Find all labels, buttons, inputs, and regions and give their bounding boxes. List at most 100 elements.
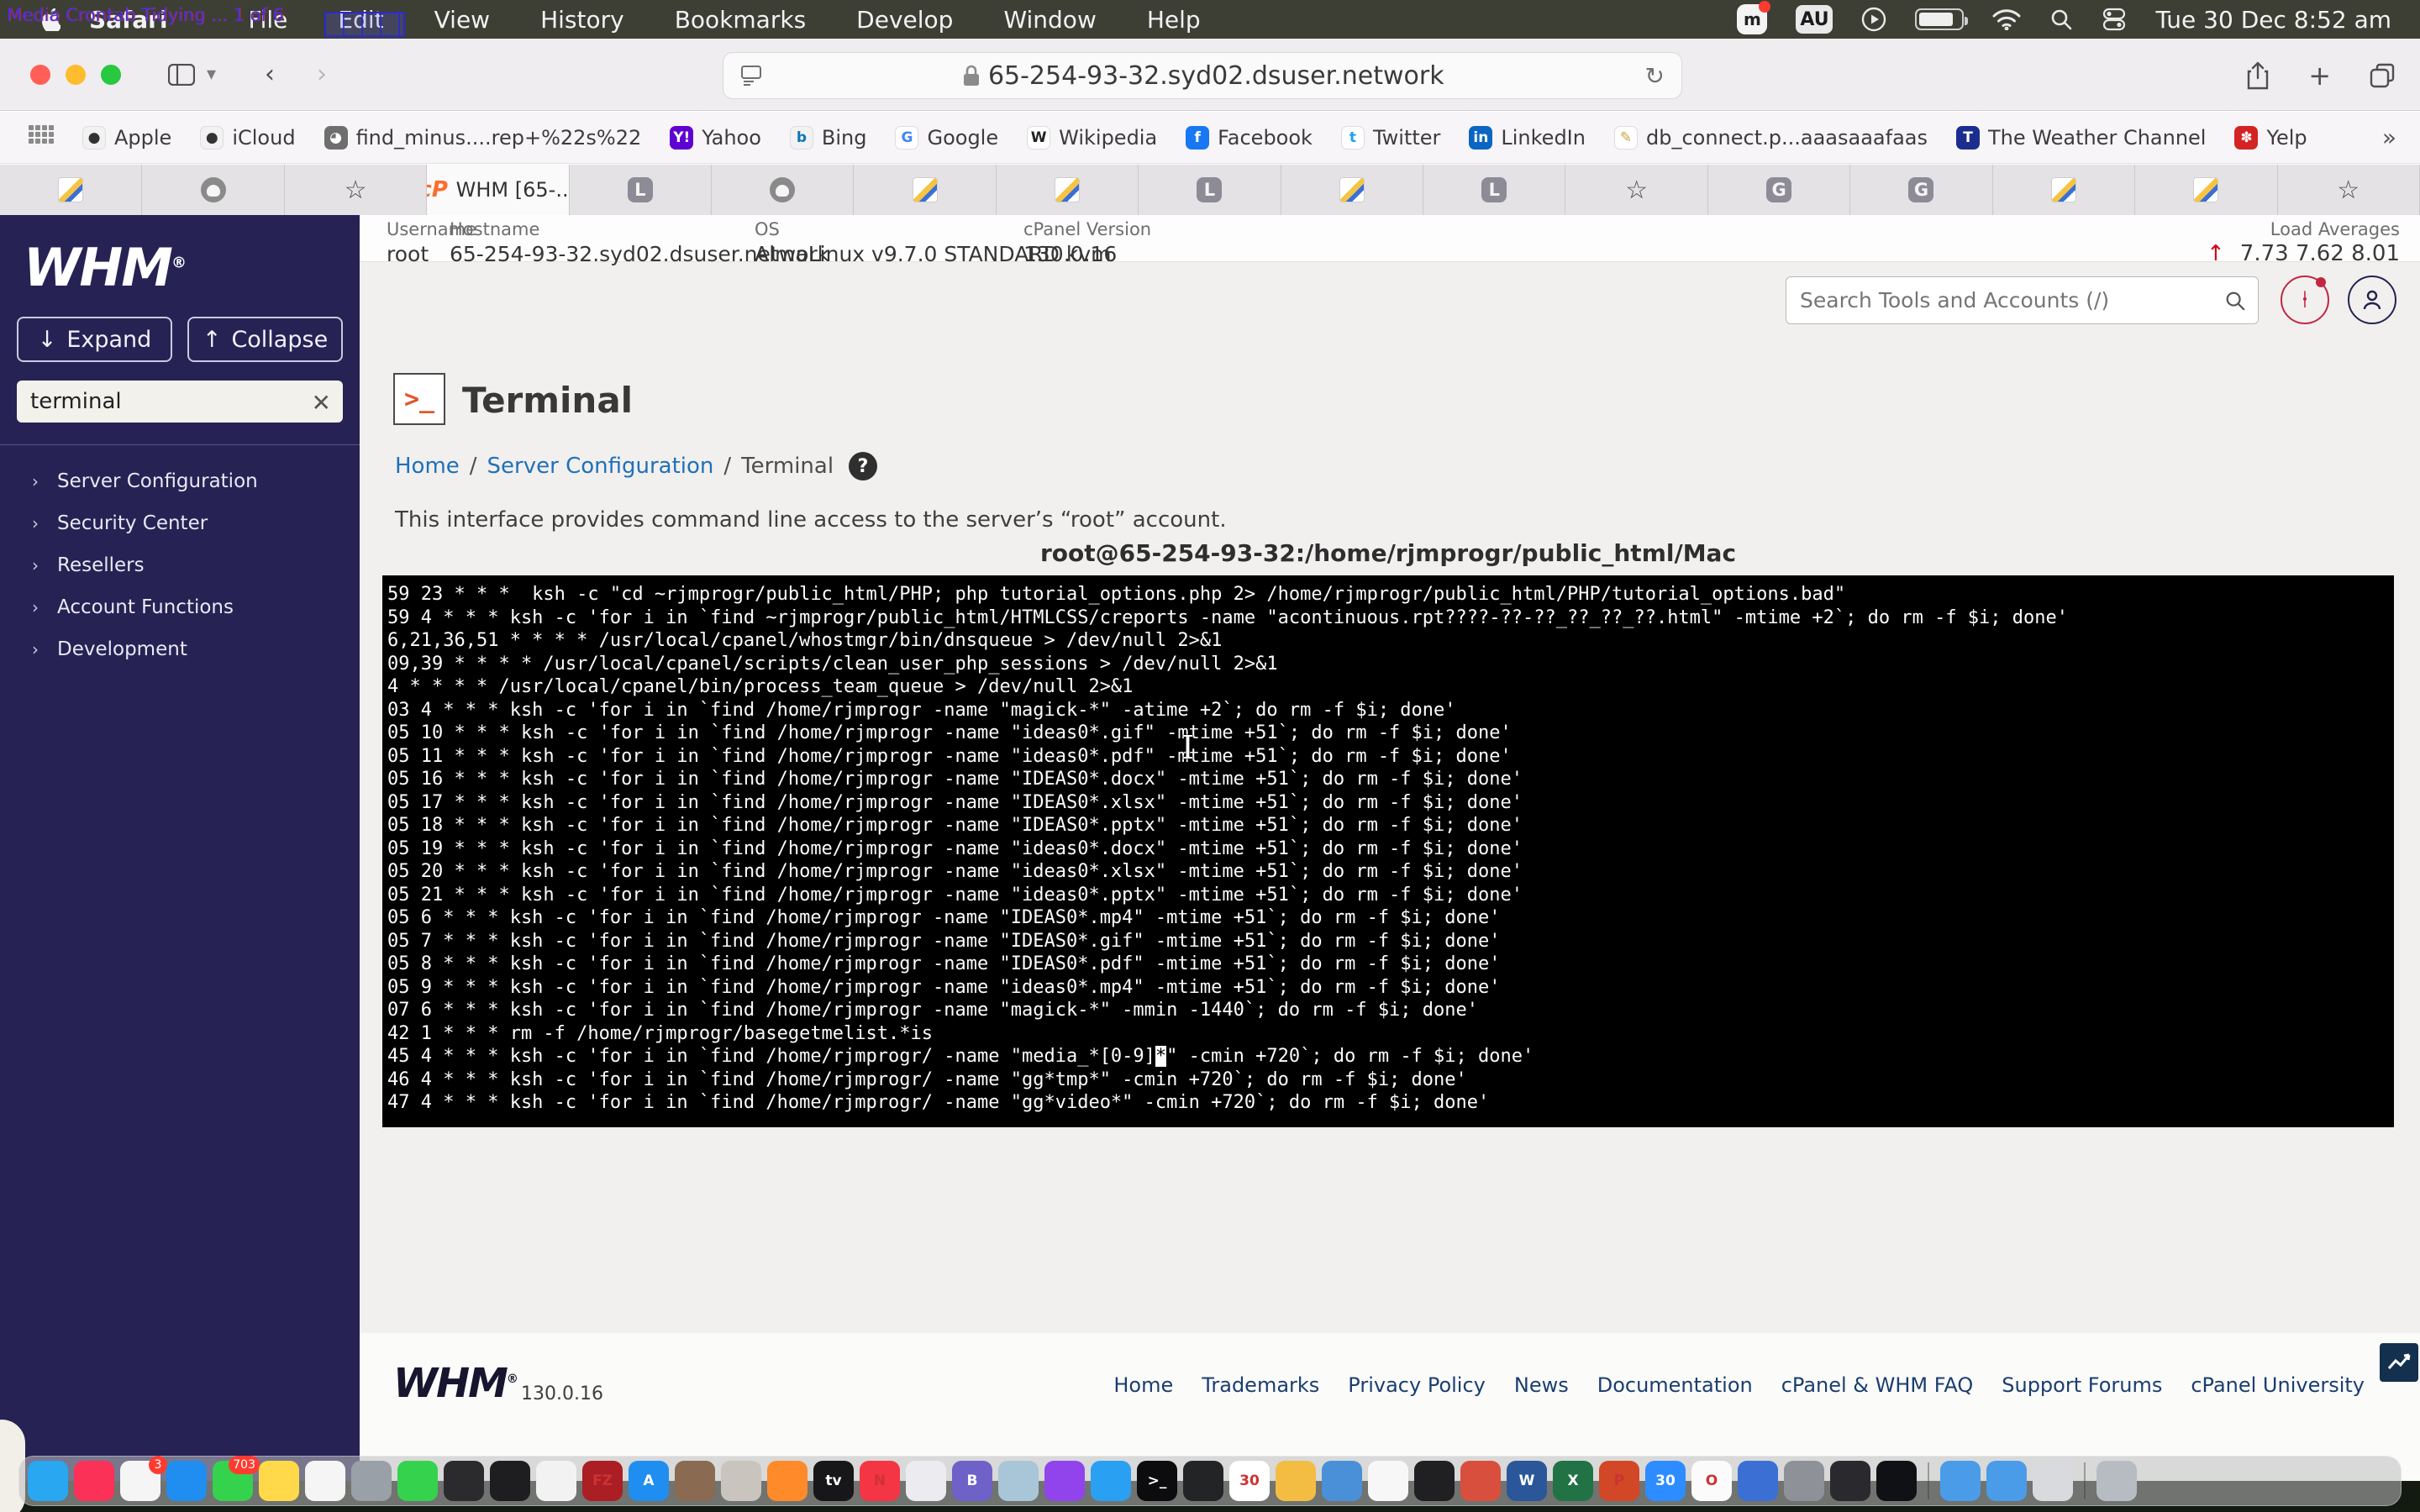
- dock-icon-trash[interactable]: [2096, 1461, 2137, 1501]
- dock-icon-app-store[interactable]: A: [629, 1461, 669, 1501]
- control-center-icon[interactable]: [2102, 7, 2127, 32]
- bookmark-item[interactable]: WWikipedia: [1027, 126, 1157, 150]
- tab-overview-icon[interactable]: [2370, 63, 2395, 88]
- dock-icon-music[interactable]: [74, 1461, 114, 1501]
- bookmark-item[interactable]: TThe Weather Channel: [1956, 126, 2206, 150]
- tab[interactable]: [997, 165, 1139, 215]
- tab[interactable]: [1281, 165, 1423, 215]
- sidebar-item-development[interactable]: ›Development: [0, 628, 360, 670]
- dock-icon-news[interactable]: N: [860, 1461, 900, 1501]
- dock-icon-terminal-2[interactable]: >_: [1137, 1461, 1177, 1501]
- address-bar[interactable]: 65-254-93-32.syd02.dsuser.network ↻: [723, 52, 1682, 99]
- tab[interactable]: L: [1139, 165, 1281, 215]
- dock-icon-dark-app-2[interactable]: [1830, 1461, 1870, 1501]
- zoom-window-button[interactable]: [101, 65, 121, 85]
- menubar-item-view[interactable]: View: [409, 0, 515, 39]
- dock-icon-iterm[interactable]: [1183, 1461, 1223, 1501]
- dock-icon-bbedit[interactable]: B: [952, 1461, 992, 1501]
- tools-search[interactable]: [1786, 276, 2259, 324]
- feedback-chart-icon[interactable]: [2380, 1343, 2418, 1382]
- refresh-icon[interactable]: ↻: [1645, 62, 1665, 90]
- dock-icon-folder-1[interactable]: [1940, 1461, 1981, 1501]
- dock-icon-messages[interactable]: 703: [213, 1461, 253, 1501]
- dock-icon-reminders[interactable]: 3: [120, 1461, 160, 1501]
- wifi-icon[interactable]: [1992, 8, 2021, 30]
- bookmarks-overflow-icon[interactable]: »: [2382, 123, 2396, 151]
- dock-icon-calendar[interactable]: 30: [1229, 1461, 1270, 1501]
- sidebar-item-account-functions[interactable]: ›Account Functions: [0, 586, 360, 628]
- dock-icon-calculator[interactable]: [444, 1461, 484, 1501]
- tab[interactable]: L: [1423, 165, 1565, 215]
- spotlight-icon[interactable]: [2049, 8, 2073, 31]
- dock-icon-docs[interactable]: [1322, 1461, 1362, 1501]
- dock-icon-facetime[interactable]: [397, 1461, 438, 1501]
- dock-icon-filezilla[interactable]: FZ: [582, 1461, 623, 1501]
- sidebar-item-resellers[interactable]: ›Resellers: [0, 544, 360, 586]
- input-source-badge[interactable]: AU: [1796, 5, 1833, 34]
- bookmark-item[interactable]: ◕find_minus....rep+%22s%22: [324, 126, 642, 150]
- clear-search-icon[interactable]: ✕: [312, 389, 331, 417]
- share-icon[interactable]: [2246, 61, 2270, 90]
- dock-icon-zoom[interactable]: 30: [1645, 1461, 1686, 1501]
- tab-whm-active[interactable]: cPWHM [65-...: [427, 165, 569, 215]
- bookmark-item[interactable]: bBing: [790, 126, 867, 150]
- dock-icon-gray-app[interactable]: [1784, 1461, 1824, 1501]
- dock-icon-excel[interactable]: X: [1553, 1461, 1593, 1501]
- bookmark-item[interactable]: ✎db_connect.p...aaasaaafaas: [1614, 126, 1928, 150]
- footer-link-cpanel-university[interactable]: cPanel University: [2191, 1373, 2365, 1397]
- help-icon[interactable]: ?: [849, 452, 877, 480]
- menubar-item-develop[interactable]: Develop: [831, 0, 978, 39]
- dock-icon-chrome[interactable]: [1276, 1461, 1316, 1501]
- tools-search-input[interactable]: [1786, 288, 2224, 312]
- footer-link-documentation[interactable]: Documentation: [1597, 1373, 1753, 1397]
- tab[interactable]: [854, 165, 996, 215]
- tab[interactable]: [0, 165, 142, 215]
- dock-icon-podcasts[interactable]: [1044, 1461, 1085, 1501]
- dock-icon-safari-app[interactable]: [1091, 1461, 1131, 1501]
- chevron-down-icon[interactable]: ▾: [207, 64, 216, 85]
- dock-icon-notes[interactable]: [259, 1461, 299, 1501]
- dock-icon-preview[interactable]: [998, 1461, 1039, 1501]
- close-window-button[interactable]: [30, 65, 50, 85]
- minimize-window-button[interactable]: [66, 65, 86, 85]
- dock-icon-grapher[interactable]: [305, 1461, 345, 1501]
- dock-icon-media-app[interactable]: [1876, 1461, 1917, 1501]
- bookmark-item[interactable]: ●iCloud: [200, 126, 295, 150]
- collapse-button[interactable]: ↑ Collapse: [187, 317, 343, 362]
- tab[interactable]: [2135, 165, 2277, 215]
- bookmark-item[interactable]: Y!Yahoo: [670, 126, 761, 150]
- sidebar-item-server-configuration[interactable]: ›Server Configuration: [0, 460, 360, 502]
- dock-icon-terminal-app[interactable]: [490, 1461, 530, 1501]
- back-button[interactable]: ‹: [265, 60, 275, 89]
- play-icon[interactable]: [1861, 7, 1886, 32]
- tab[interactable]: ☆: [285, 165, 427, 215]
- footer-link-cpanel-whm-faq[interactable]: cPanel & WHM FAQ: [1781, 1373, 1974, 1397]
- bookmark-item[interactable]: tTwitter: [1341, 126, 1440, 150]
- dock-icon-gimp[interactable]: [675, 1461, 715, 1501]
- footer-link-news[interactable]: News: [1514, 1373, 1569, 1397]
- bookmark-item[interactable]: ✽Yelp: [2234, 126, 2307, 150]
- dock-icon-folder-2[interactable]: [1986, 1461, 2027, 1501]
- dock-icon-wilber[interactable]: [721, 1461, 761, 1501]
- dock-icon-firefox[interactable]: [767, 1461, 808, 1501]
- dock-icon-mail[interactable]: [166, 1461, 207, 1501]
- new-tab-icon[interactable]: +: [2308, 60, 2331, 92]
- bookmark-item[interactable]: inLinkedIn: [1469, 126, 1586, 150]
- dock-icon-textedit[interactable]: [536, 1461, 576, 1501]
- dock-icon-kaleido[interactable]: [1460, 1461, 1501, 1501]
- sidebar-item-security-center[interactable]: ›Security Center: [0, 502, 360, 544]
- terminal-output[interactable]: 59 23 * * * ksh -c "cd ~rjmprogr/public_…: [382, 575, 2394, 1127]
- breadcrumb-server-configuration-link[interactable]: Server Configuration: [487, 454, 714, 479]
- bookmark-item[interactable]: ●Apple: [82, 126, 171, 150]
- dock-icon-powerpoint[interactable]: P: [1599, 1461, 1639, 1501]
- tab[interactable]: [142, 165, 284, 215]
- bookmark-item[interactable]: GGoogle: [895, 126, 998, 150]
- footer-link-trademarks[interactable]: Trademarks: [1202, 1373, 1319, 1397]
- tab[interactable]: ☆: [1565, 165, 1707, 215]
- footer-link-home[interactable]: Home: [1113, 1373, 1173, 1397]
- sidebar-toggle-icon[interactable]: [168, 64, 195, 86]
- forward-button[interactable]: ›: [317, 60, 327, 89]
- dock-icon-stack[interactable]: [2033, 1461, 2073, 1501]
- dock-icon-circle-app[interactable]: [906, 1461, 946, 1501]
- favorites-grid-icon[interactable]: [29, 125, 54, 150]
